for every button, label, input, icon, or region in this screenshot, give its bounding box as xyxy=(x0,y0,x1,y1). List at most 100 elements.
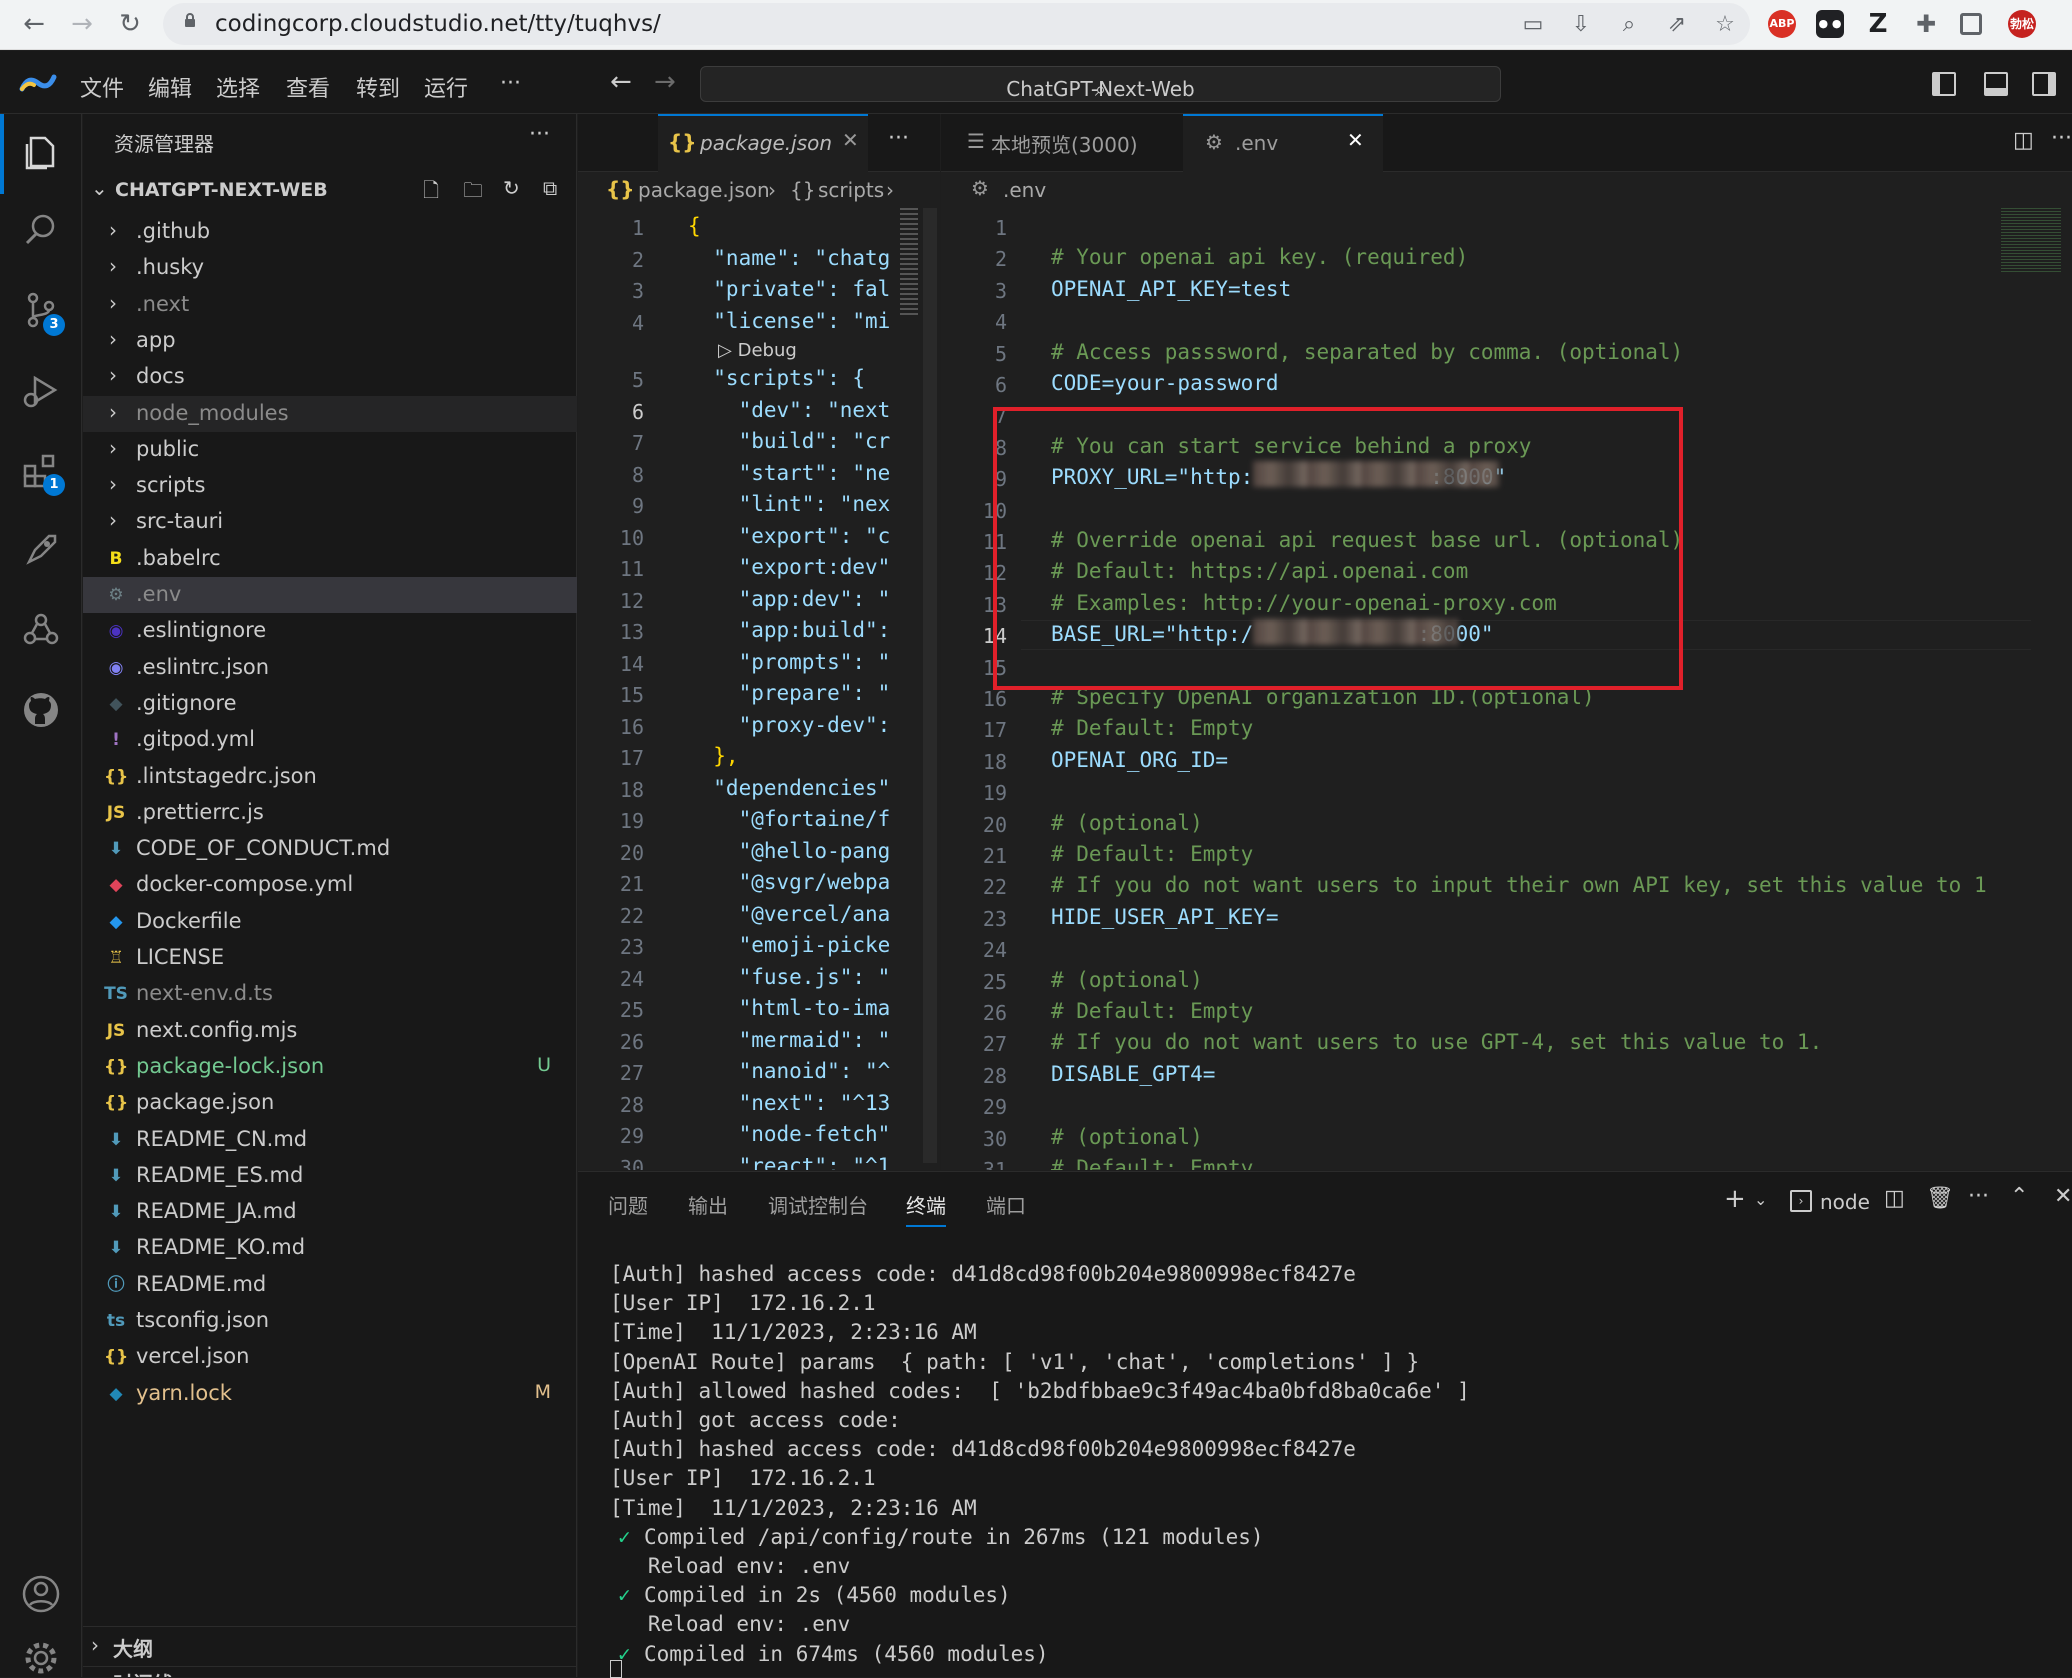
settings-gear-icon[interactable] xyxy=(21,1638,61,1678)
new-file-icon[interactable]: 🗋 xyxy=(423,176,449,202)
file-item[interactable]: ◆ yarn.lock M xyxy=(83,1376,577,1412)
zoom-icon[interactable]: ⌕ xyxy=(1617,13,1641,37)
menu-selection[interactable]: 选择 xyxy=(216,71,260,103)
panel-tab[interactable]: 问题 xyxy=(608,1190,648,1219)
collapse-all-icon[interactable]: ⧉ xyxy=(543,176,569,202)
file-item[interactable]: ◆ .gitignore xyxy=(83,686,577,722)
panel-tab[interactable]: 端口 xyxy=(986,1190,1026,1219)
tab-env[interactable]: ⚙ .env ✕ xyxy=(1183,114,1383,172)
explorer-icon[interactable] xyxy=(21,132,61,172)
editor-actions-more-icon[interactable]: ··· xyxy=(2051,126,2072,151)
menu-edit[interactable]: 编辑 xyxy=(148,71,192,103)
refresh-icon[interactable]: ↻ xyxy=(503,176,529,202)
panel-more-icon[interactable]: ··· xyxy=(1968,1184,1989,1209)
toggle-panel-icon[interactable] xyxy=(1984,72,2008,96)
search-icon[interactable] xyxy=(21,210,61,250)
file-item[interactable]: TS next-env.d.ts xyxy=(83,976,577,1012)
folder-item[interactable]: › docs xyxy=(83,359,577,395)
menu-more[interactable]: ··· xyxy=(500,71,521,96)
menu-go[interactable]: 转到 xyxy=(356,71,400,103)
breadcrumb-file[interactable]: .env xyxy=(1003,178,1046,202)
nav-back-icon[interactable]: ← xyxy=(610,67,632,97)
install-icon[interactable]: ⇩ xyxy=(1569,13,1593,37)
folder-item[interactable]: › node_modules xyxy=(83,395,577,432)
folder-item[interactable]: › app xyxy=(83,323,577,359)
address-bar[interactable]: codingcorp.cloudstudio.net/tty/tuqhvs/ ▭… xyxy=(163,3,1750,45)
file-item[interactable]: ⓘ README.md xyxy=(83,1267,577,1303)
new-terminal-plus-icon[interactable]: + xyxy=(1724,1184,1746,1214)
tab-local-preview[interactable]: ☰ 本地预览(3000) xyxy=(941,114,1181,172)
z-extension-icon[interactable]: Z xyxy=(1864,10,1892,38)
minimap[interactable] xyxy=(900,208,918,318)
chevron-down-icon[interactable]: ⌄ xyxy=(1754,1190,1767,1209)
file-item[interactable]: {} vercel.json xyxy=(83,1339,577,1375)
file-item[interactable]: ◆ docker-compose.yml xyxy=(83,867,577,903)
close-icon[interactable]: ✕ xyxy=(1347,128,1364,152)
profile-avatar[interactable]: 勃松 xyxy=(2008,10,2036,38)
run-debug-icon[interactable] xyxy=(21,370,61,410)
folder-item[interactable]: › .github xyxy=(83,214,577,250)
close-icon[interactable]: ✕ xyxy=(842,128,859,152)
new-folder-icon[interactable]: 🗀 xyxy=(463,176,489,202)
sidepanel-icon[interactable] xyxy=(1960,13,1982,35)
folder-item[interactable]: › .next xyxy=(83,287,577,323)
file-item[interactable]: {} package-lock.json U xyxy=(83,1049,577,1085)
file-item[interactable]: ts tsconfig.json xyxy=(83,1303,577,1339)
tampermonkey-extension-icon[interactable]: ● ● xyxy=(1816,10,1844,38)
file-item[interactable]: ⬇ README_CN.md xyxy=(83,1122,577,1158)
share-icon[interactable]: ⇗ xyxy=(1665,13,1689,37)
accounts-icon[interactable] xyxy=(21,1574,61,1614)
panel-tab[interactable]: 输出 xyxy=(688,1190,728,1219)
file-item[interactable]: ◉ .eslintrc.json xyxy=(83,650,577,686)
split-editor-icon[interactable]: ◫ xyxy=(2013,128,2034,153)
file-item[interactable]: B .babelrc xyxy=(83,541,577,577)
puzzle-extensions-icon[interactable]: ✚ xyxy=(1912,10,1940,38)
back-icon[interactable]: ← xyxy=(16,6,52,42)
minimap[interactable] xyxy=(2001,208,2061,274)
file-item[interactable]: ! .gitpod.yml xyxy=(83,722,577,758)
file-item[interactable]: {} .lintstagedrc.json xyxy=(83,759,577,795)
folder-item[interactable]: › public xyxy=(83,432,577,468)
menu-file[interactable]: 文件 xyxy=(80,71,124,103)
vertical-scrollbar[interactable] xyxy=(923,208,937,1163)
clipboard-icon[interactable]: ▭ xyxy=(1521,13,1545,37)
file-item[interactable]: ⚙ .env xyxy=(83,577,577,613)
collaboration-icon[interactable] xyxy=(21,610,61,650)
folder-item[interactable]: › scripts xyxy=(83,468,577,504)
file-item[interactable]: JS .prettierrc.js xyxy=(83,795,577,831)
toggle-sidebar-icon[interactable] xyxy=(1932,72,1956,96)
editor-actions-more-icon[interactable]: ··· xyxy=(888,126,909,151)
github-icon[interactable] xyxy=(21,690,61,730)
file-item[interactable]: JS next.config.mjs xyxy=(83,1013,577,1049)
forward-icon[interactable]: → xyxy=(64,6,100,42)
panel-tab[interactable]: 调试控制台 xyxy=(768,1190,868,1219)
file-item[interactable]: ⬇ CODE_OF_CONDUCT.md xyxy=(83,831,577,867)
debug-codelens[interactable]: ▷ Debug xyxy=(718,340,797,361)
file-item[interactable]: ◆ Dockerfile xyxy=(83,904,577,940)
file-item[interactable]: ⬇ README_KO.md xyxy=(83,1230,577,1266)
deploy-rocket-icon[interactable] xyxy=(21,530,61,570)
reload-icon[interactable]: ↻ xyxy=(112,6,148,42)
file-item[interactable]: ⬇ README_ES.md xyxy=(83,1158,577,1194)
breadcrumb-file[interactable]: package.json xyxy=(638,178,770,202)
abp-extension-icon[interactable]: ABP xyxy=(1768,10,1796,38)
file-item[interactable]: ◉ .eslintignore xyxy=(83,613,577,649)
close-panel-icon[interactable]: ✕ xyxy=(2054,1184,2072,1209)
maximize-panel-icon[interactable]: ⌃ xyxy=(2010,1184,2028,1209)
outline-section[interactable]: › 大纲 xyxy=(83,1626,577,1666)
command-center-search[interactable]: ⌕ ChatGPT-Next-Web xyxy=(700,66,1501,102)
terminal-name[interactable]: node xyxy=(1820,1190,1870,1214)
breadcrumb-symbol[interactable]: scripts xyxy=(818,178,884,202)
nav-forward-icon[interactable]: → xyxy=(654,67,676,97)
explorer-more-icon[interactable]: ··· xyxy=(529,122,550,147)
toggle-secondary-sidebar-icon[interactable] xyxy=(2032,72,2056,96)
tab-package-json[interactable]: {} package.json ✕ xyxy=(658,114,868,172)
package-json-editor[interactable]: 1 {2 "name": "chatg 3 "private": fal 4 "lic… xyxy=(578,208,940,1170)
file-item[interactable]: {} package.json xyxy=(83,1085,577,1121)
split-terminal-icon[interactable]: ◫ xyxy=(1884,1186,1905,1211)
timeline-section[interactable]: 时间线 xyxy=(83,1666,577,1677)
file-item[interactable]: ♖ LICENSE xyxy=(83,940,577,976)
folder-item[interactable]: › .husky xyxy=(83,250,577,286)
trash-icon[interactable]: 🗑 xyxy=(1926,1186,1954,1211)
folder-item[interactable]: › src-tauri xyxy=(83,504,577,540)
